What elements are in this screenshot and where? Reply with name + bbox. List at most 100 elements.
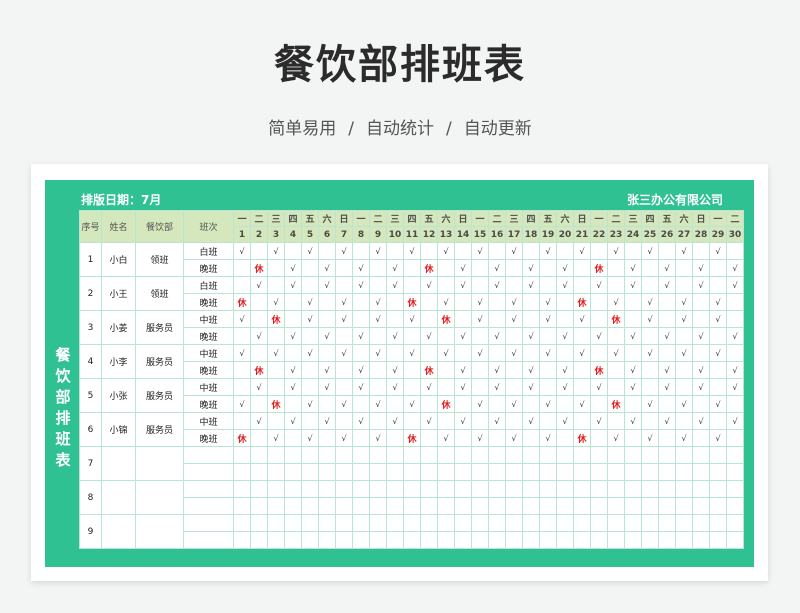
schedule-cell [692,344,710,362]
schedule-cell [301,259,319,277]
schedule-cell [318,310,336,328]
schedule-cell [556,310,574,328]
rest-mark: 休 [437,310,455,328]
on-duty-mark: √ [522,276,540,294]
schedule-cell [352,395,370,413]
on-duty-mark: √ [318,412,336,430]
schedule-cell [522,293,540,311]
schedule-cell [250,480,268,498]
schedule-cell [709,480,727,498]
schedule-cell [692,531,710,549]
employee-seq: 2 [79,276,102,311]
on-duty-mark: √ [726,412,744,430]
employee-name: 小锦 [101,412,136,447]
schedule-cell [335,276,353,294]
day-header: 7 [335,226,353,243]
schedule-cell [454,531,472,549]
schedule-cell [505,276,523,294]
schedule-cell [369,446,387,464]
on-duty-mark: √ [301,395,319,413]
day-header: 11 [403,226,421,243]
schedule-cell [641,259,659,277]
rest-mark: 休 [250,259,268,277]
schedule-cell [488,242,506,260]
weekday-header: 六 [318,210,336,227]
schedule-cell [573,531,591,549]
weekday-header: 一 [709,210,727,227]
schedule-cell [454,497,472,515]
employee-name: 小姜 [101,310,136,345]
on-duty-mark: √ [556,327,574,345]
on-duty-mark: √ [624,276,642,294]
on-duty-mark: √ [267,293,285,311]
schedule-cell [675,514,693,532]
schedule-cell [692,395,710,413]
on-duty-mark: √ [556,378,574,396]
schedule-cell [624,446,642,464]
shift-label: 中班 [183,378,234,396]
shift-label [183,446,234,464]
schedule-cell [522,446,540,464]
schedule-cell [709,361,727,379]
schedule-cell [471,463,489,481]
on-duty-mark: √ [692,361,710,379]
schedule-cell [454,514,472,532]
on-duty-mark: √ [420,378,438,396]
schedule-cell [454,429,472,447]
on-duty-mark: √ [607,429,625,447]
on-duty-mark: √ [522,361,540,379]
on-duty-mark: √ [505,293,523,311]
schedule-cell [539,259,557,277]
on-duty-mark: √ [488,412,506,430]
on-duty-mark: √ [539,293,557,311]
on-duty-mark: √ [454,327,472,345]
schedule-cell [437,463,455,481]
schedule-cell [522,310,540,328]
schedule-cell [420,395,438,413]
on-duty-mark: √ [250,327,268,345]
schedule-cell [352,293,370,311]
day-header: 22 [590,226,608,243]
schedule-cell [233,446,251,464]
schedule-cell [250,531,268,549]
schedule-cell [658,497,676,515]
column-header-seq: 序号 [79,210,102,243]
schedule-cell [488,497,506,515]
schedule-cell [692,480,710,498]
schedule-cell [403,446,421,464]
on-duty-mark: √ [437,344,455,362]
schedule-cell [692,293,710,311]
schedule-cell [250,429,268,447]
schedule-cell [624,531,642,549]
schedule-cell [692,242,710,260]
schedule-cell [539,497,557,515]
schedule-cell [352,531,370,549]
on-duty-mark: √ [709,310,727,328]
on-duty-mark: √ [318,276,336,294]
rest-mark: 休 [437,395,455,413]
page-title: 餐饮部排班表 [274,42,526,88]
shift-label: 白班 [183,276,234,294]
schedule-cell [590,242,608,260]
schedule-cell [522,429,540,447]
schedule-cell [454,344,472,362]
schedule-cell [420,480,438,498]
schedule-cell [471,259,489,277]
schedule-cell [488,344,506,362]
employee-seq: 9 [79,514,102,549]
weekday-header: 日 [573,210,591,227]
table-row: 6 小锦 服务员 中班 √ √ √ √ √ √ √ √ √ √ √ √ √ √ √ [79,412,744,447]
schedule-cell [437,327,455,345]
schedule-cell [403,276,421,294]
schedule-cell [641,361,659,379]
schedule-cell [403,327,421,345]
schedule-cell [335,514,353,532]
schedule-cell [233,480,251,498]
on-duty-mark: √ [624,327,642,345]
schedule-cell [607,480,625,498]
company-name: 张三办公有限公司 [626,193,723,207]
schedule-cell [420,531,438,549]
on-duty-mark: √ [284,276,302,294]
schedule-cell [284,531,302,549]
schedule-cell [590,463,608,481]
